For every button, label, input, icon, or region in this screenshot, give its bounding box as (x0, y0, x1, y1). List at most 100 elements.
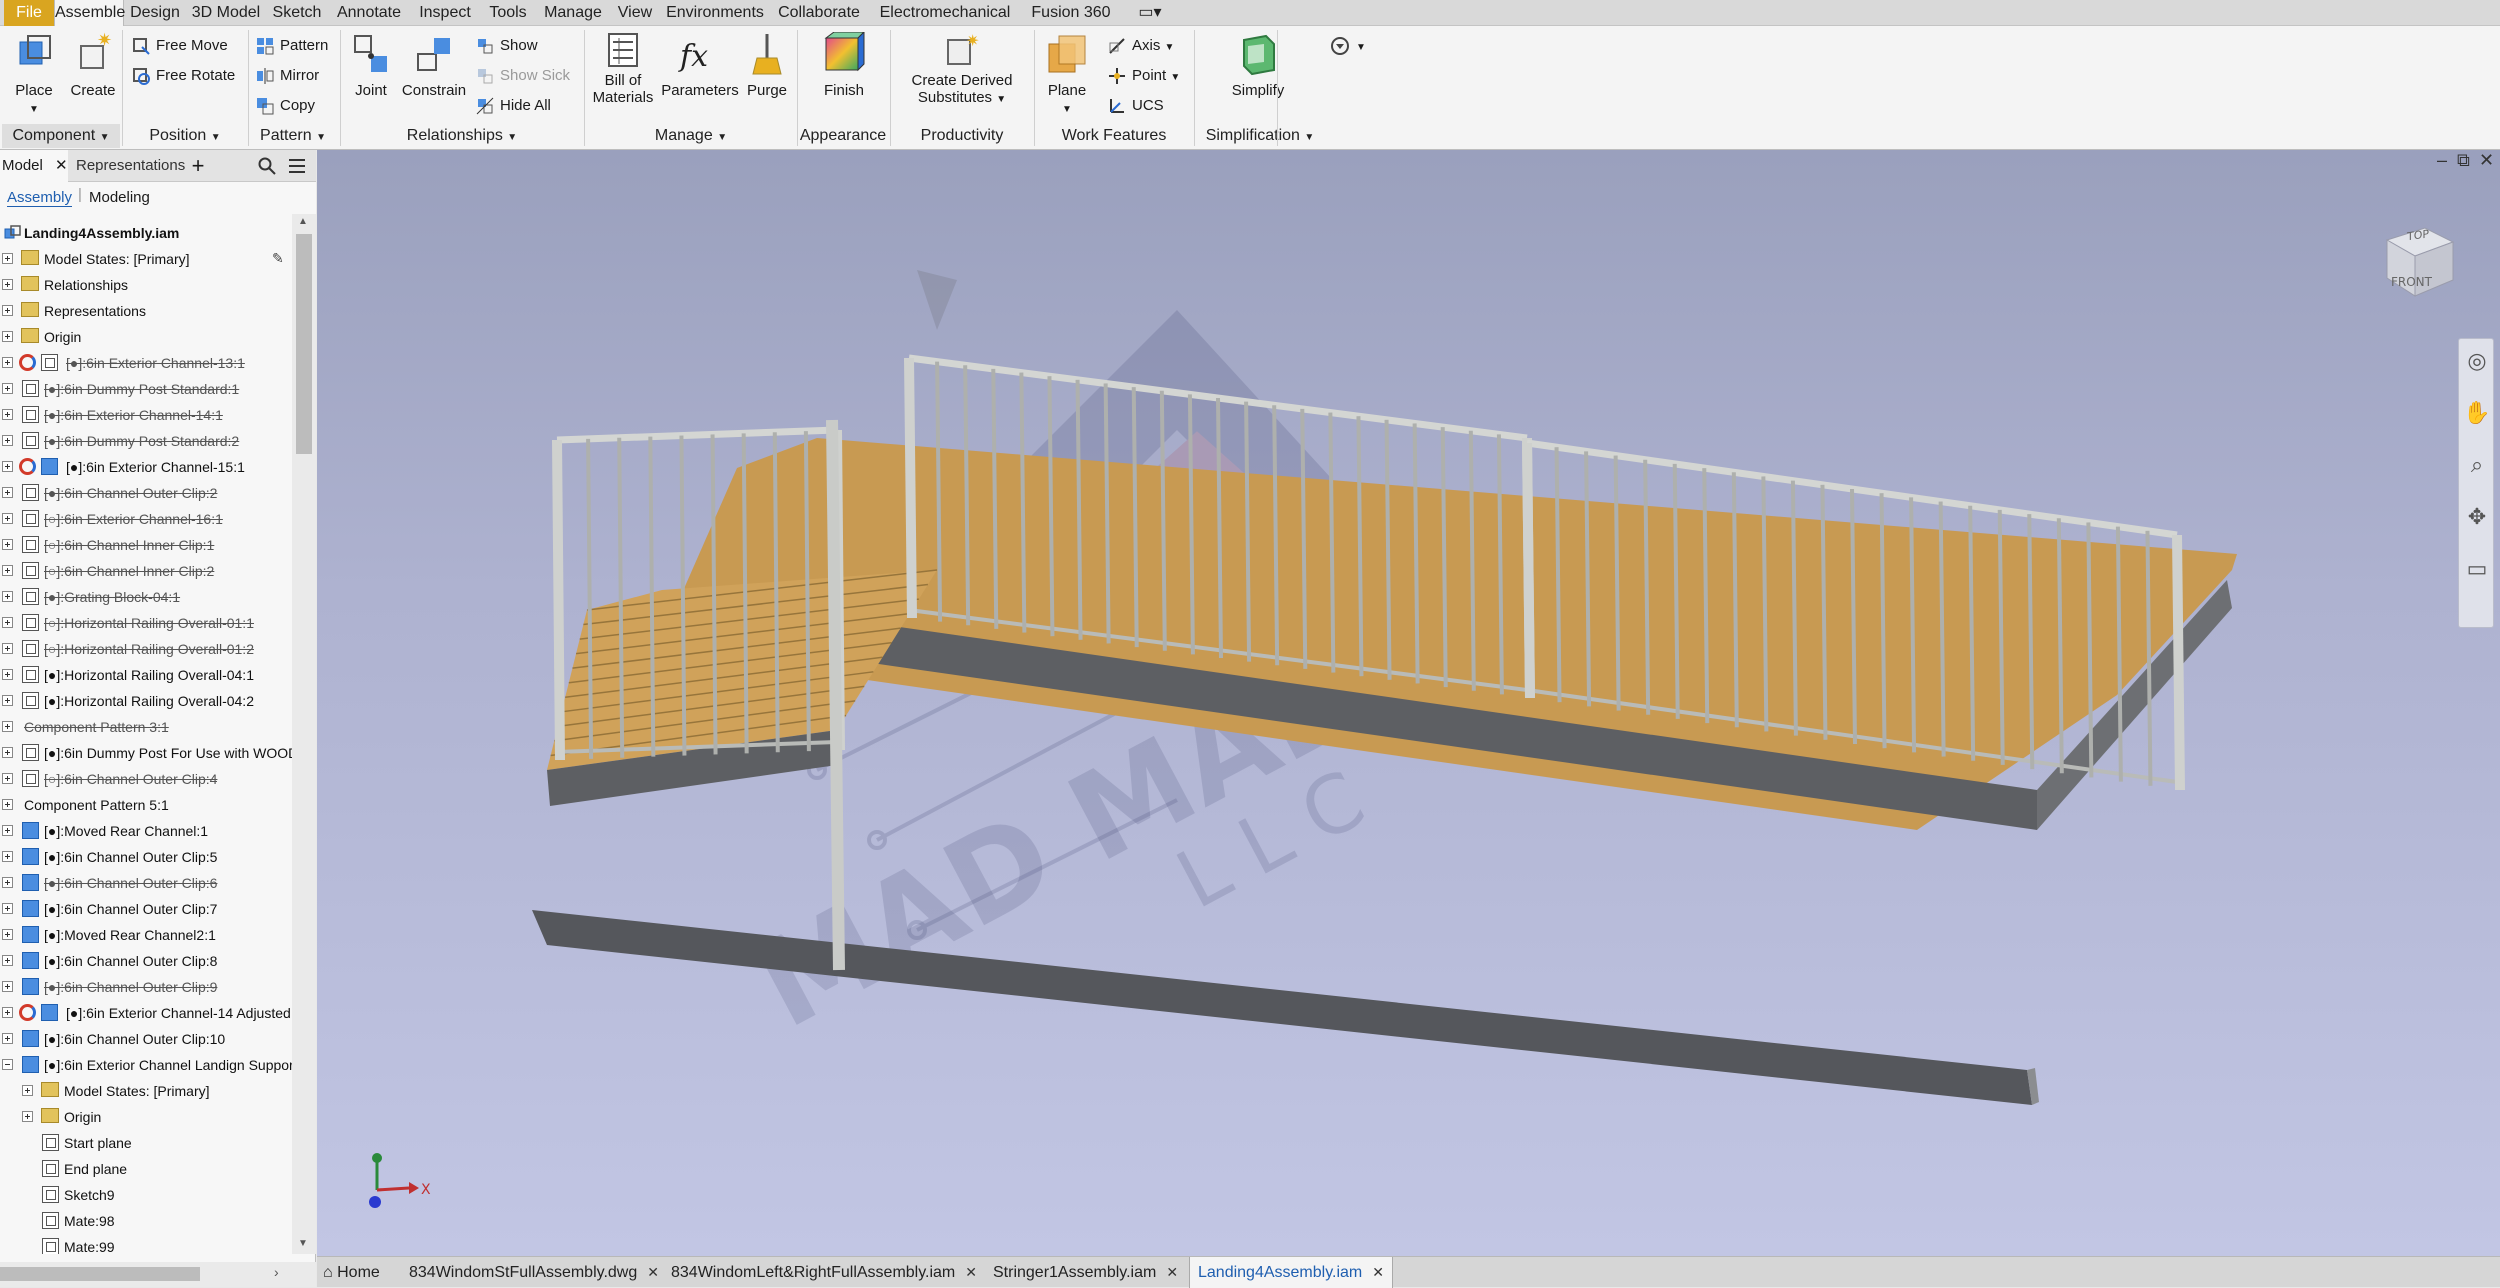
copy-button[interactable]: Copy (256, 94, 315, 118)
menu-inspect[interactable]: Inspect (410, 0, 480, 26)
expand-icon[interactable] (2, 409, 13, 420)
expand-icon[interactable] (2, 851, 13, 862)
expand-icon[interactable] (2, 539, 13, 550)
tree-item[interactable]: [●]:Moved Rear Channel:1 (0, 818, 292, 844)
finish-button[interactable]: Finish (802, 32, 886, 99)
expand-icon[interactable] (2, 981, 13, 992)
tree-item[interactable]: [●]:Horizontal Railing Overall-04:1 (0, 662, 292, 688)
menu-annotate[interactable]: Annotate (328, 0, 410, 26)
expand-icon[interactable] (2, 435, 13, 446)
expand-icon[interactable] (2, 487, 13, 498)
zoom-icon[interactable]: ⌕ (2463, 451, 2491, 479)
expand-icon[interactable] (2, 565, 13, 576)
tree-item[interactable]: Mate:98 (0, 1208, 292, 1234)
hide-all-button[interactable]: Hide All (476, 94, 551, 118)
panel-component[interactable]: Component ▼ (2, 124, 120, 148)
subtab-assembly[interactable]: Assembly (7, 189, 73, 207)
show-sick-button[interactable]: Show Sick (476, 64, 570, 88)
expand-icon[interactable] (2, 591, 13, 602)
tree-item[interactable]: [●]:6in Channel Outer Clip:9 (0, 974, 292, 1000)
expand-icon[interactable] (22, 1111, 33, 1122)
expand-icon[interactable] (2, 903, 13, 914)
expand-icon[interactable] (2, 331, 13, 342)
tree-item[interactable]: [●]:6in Exterior Channel-13:1 (0, 350, 292, 376)
purge-button[interactable]: Purge (742, 32, 792, 99)
tree-item[interactable]: Component Pattern 5:1 (0, 792, 292, 818)
create-button[interactable]: ✷ Create (66, 32, 120, 99)
tree-item[interactable]: Start plane (0, 1130, 292, 1156)
tree-item[interactable]: [○]:6in Exterior Channel-16:1 (0, 506, 292, 532)
view-face-icon[interactable]: ▭ (2463, 555, 2491, 583)
expand-icon[interactable] (2, 279, 13, 290)
expand-icon[interactable] (2, 799, 13, 810)
orbit-icon[interactable]: ✥ (2463, 503, 2491, 531)
home-tab[interactable]: ⌂ Home (323, 1257, 403, 1288)
tree-item[interactable]: Origin (0, 1104, 292, 1130)
simplify-button[interactable]: Simplify (1208, 32, 1308, 99)
expand-icon[interactable] (2, 461, 13, 472)
menu-manage[interactable]: Manage (536, 0, 610, 26)
tree-item[interactable]: Sketch9 (0, 1182, 292, 1208)
tree-item[interactable]: [○]:6in Channel Outer Clip:4 (0, 766, 292, 792)
tab-representations[interactable]: Representations (76, 150, 186, 182)
tree-item[interactable]: [●]:6in Dummy Post For Use with WOOD (0, 740, 292, 766)
menu-assemble[interactable]: Assemble (54, 0, 125, 26)
close-icon[interactable]: ✕ (1166, 1257, 1178, 1288)
menu-file[interactable]: File (4, 0, 54, 26)
tree-item[interactable]: [●]:Moved Rear Channel2:1 (0, 922, 292, 948)
tree-item[interactable]: [●]:6in Dummy Post Standard:2 (0, 428, 292, 454)
mirror-button[interactable]: Mirror (256, 64, 319, 88)
close-icon[interactable]: ✕ (647, 1257, 659, 1288)
expand-icon[interactable] (2, 513, 13, 524)
panel-manage[interactable]: Manage ▼ (586, 124, 796, 148)
tree-item[interactable]: [●]:6in Channel Outer Clip:2 (0, 480, 292, 506)
tree-item[interactable]: Representations (0, 298, 292, 324)
tree-item[interactable]: Model States: [Primary] (0, 246, 292, 272)
browser-scroll-thumb[interactable] (296, 234, 312, 454)
add-tab-icon[interactable]: + (186, 150, 210, 182)
expand-icon[interactable] (2, 669, 13, 680)
menu-sketch[interactable]: Sketch (266, 0, 328, 26)
bill-of-materials-button[interactable]: Bill of Materials (588, 32, 658, 106)
tree-item[interactable]: [●]:Grating Block-04:1 (0, 584, 292, 610)
expand-icon[interactable] (2, 357, 13, 368)
plane-button[interactable]: Plane ▼ (1038, 32, 1096, 116)
tab-model[interactable]: Model ✕ (0, 150, 68, 182)
expand-icon[interactable] (2, 877, 13, 888)
expand-icon[interactable] (2, 1007, 13, 1018)
tree-item[interactable]: [●]:Horizontal Railing Overall-04:2 (0, 688, 292, 714)
search-icon[interactable] (254, 150, 280, 182)
tree-item[interactable]: [●]:6in Channel Outer Clip:8 (0, 948, 292, 974)
tree-item[interactable]: [●]:6in Channel Outer Clip:6 (0, 870, 292, 896)
panel-relationships[interactable]: Relationships ▼ (342, 124, 582, 148)
tree-item[interactable]: [●]:6in Channel Outer Clip:5 (0, 844, 292, 870)
menu-view[interactable]: View (610, 0, 660, 26)
tree-item[interactable]: Model States: [Primary] (0, 1078, 292, 1104)
expand-icon[interactable] (2, 1033, 13, 1044)
axis-button[interactable]: Axis ▼ (1108, 34, 1174, 58)
expand-icon[interactable] (2, 773, 13, 784)
tree-item[interactable]: [●]:6in Dummy Post Standard:1 (0, 376, 292, 402)
pan-hand-icon[interactable]: ✋ (2463, 399, 2491, 427)
menu-icon[interactable] (284, 150, 310, 182)
browser-hscroll-thumb[interactable] (0, 1267, 200, 1281)
expand-icon[interactable] (2, 695, 13, 706)
constrain-button[interactable]: Constrain (398, 32, 470, 99)
expand-icon[interactable] (2, 617, 13, 628)
create-derived-substitutes-button[interactable]: ✷ Create Derived Substitutes ▼ (896, 32, 1028, 106)
scroll-down-icon[interactable]: ▼ (298, 1238, 308, 1249)
expand-icon[interactable] (2, 305, 13, 316)
doc-tab[interactable]: Stringer1Assembly.iam ✕ (993, 1257, 1178, 1288)
tree-item[interactable]: [●]:6in Exterior Channel-15:1 (0, 454, 292, 480)
tree-item[interactable]: Component Pattern 3:1 (0, 714, 292, 740)
tree-item[interactable]: [○]:6in Channel Inner Clip:1 (0, 532, 292, 558)
tree-item[interactable]: [●]:6in Channel Outer Clip:7 (0, 896, 292, 922)
tree-item[interactable]: Mate:99 (0, 1234, 292, 1254)
tree-item[interactable]: Origin (0, 324, 292, 350)
expand-icon[interactable] (22, 1085, 33, 1096)
expand-icon[interactable] (2, 929, 13, 940)
menu-3d-model[interactable]: 3D Model (186, 0, 266, 26)
doc-tab[interactable]: 834WindomStFullAssembly.dwg ✕ (409, 1257, 659, 1288)
steering-wheel-icon[interactable]: ◎ (2463, 347, 2491, 375)
expand-icon[interactable] (2, 253, 13, 264)
